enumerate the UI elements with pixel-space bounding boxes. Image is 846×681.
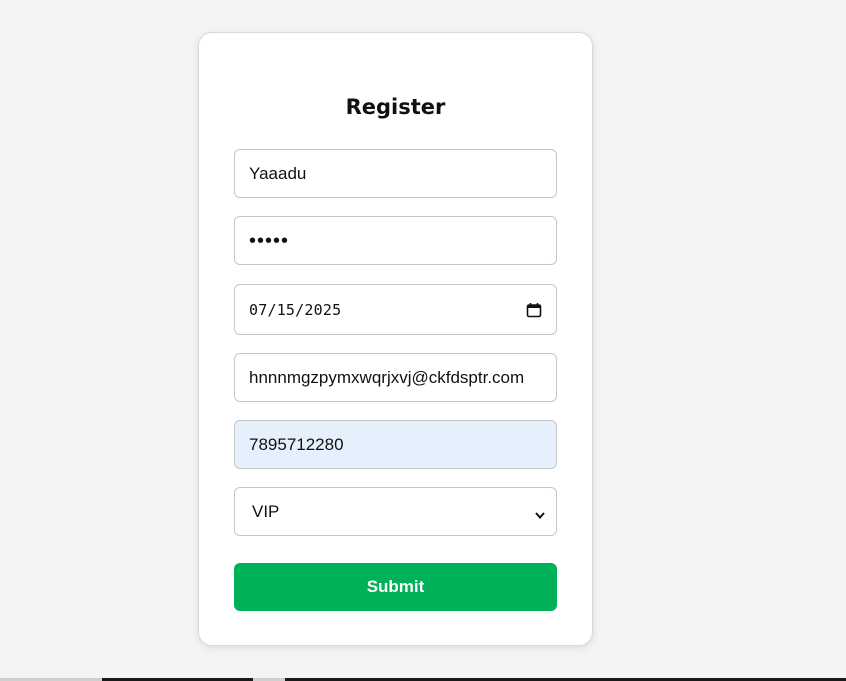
phone-field[interactable]: 7895712280 — [234, 420, 557, 469]
password-value: ••••• — [249, 229, 290, 252]
page: Register Yaaadu ••••• 07/15/2025 hnnnmgz… — [0, 0, 846, 681]
password-field[interactable]: ••••• — [234, 216, 557, 265]
username-value: Yaaadu — [249, 163, 307, 183]
email-field[interactable]: hnnnmgzpymxwqrjxvj@ckfdsptr.com — [234, 353, 557, 402]
phone-value: 7895712280 — [249, 434, 344, 454]
membership-select[interactable]: VIP — [234, 487, 557, 536]
membership-selected-value: VIP — [252, 501, 280, 521]
date-field[interactable]: 07/15/2025 — [234, 284, 557, 335]
date-value: 07/15/2025 — [249, 300, 342, 319]
form-title: Register — [345, 95, 446, 119]
register-card: Register Yaaadu ••••• 07/15/2025 hnnnmgz… — [198, 32, 593, 646]
username-field[interactable]: Yaaadu — [234, 149, 557, 198]
chevron-down-icon — [534, 506, 546, 519]
calendar-icon[interactable] — [526, 302, 542, 318]
email-value: hnnnmgzpymxwqrjxvj@ckfdsptr.com — [249, 367, 525, 387]
submit-button[interactable]: Submit — [234, 563, 557, 611]
